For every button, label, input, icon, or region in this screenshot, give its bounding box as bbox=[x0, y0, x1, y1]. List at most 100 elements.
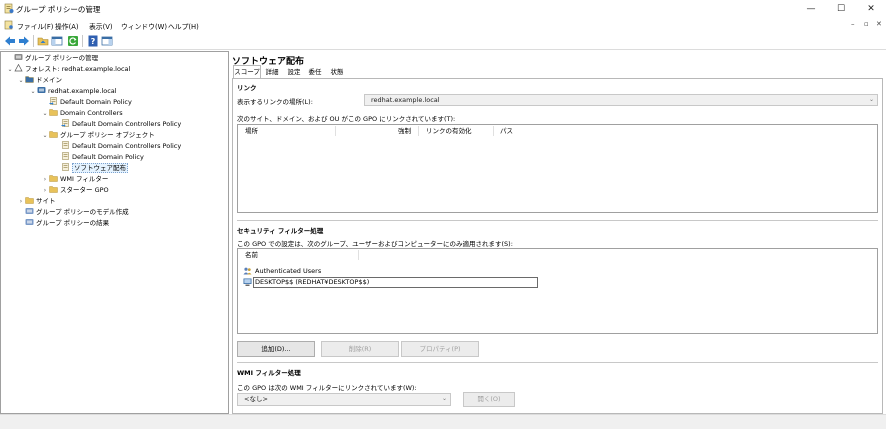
link-location-combo[interactable]: redhat.example.local ⌄ bbox=[364, 94, 878, 106]
tree-item[interactable]: ⌄ Domain Controllers bbox=[3, 108, 227, 119]
links-list[interactable]: 場所 強制 リンクの有効化 パス bbox=[237, 124, 878, 213]
refresh-icon[interactable] bbox=[67, 35, 79, 47]
column-path[interactable]: パス bbox=[500, 125, 513, 137]
tab-delegation[interactable]: 委任 bbox=[306, 66, 324, 78]
tree-item-selected[interactable]: ソフトウェア配布 bbox=[3, 163, 227, 174]
expand-toggle-icon[interactable]: ⌄ bbox=[29, 86, 37, 97]
tree-item-label: グループ ポリシーの結果 bbox=[36, 219, 110, 227]
tree-item-label: ソフトウェア配布 bbox=[72, 163, 128, 173]
gpo-icon bbox=[62, 163, 69, 171]
tree-item[interactable]: グループ ポリシーの管理 bbox=[3, 53, 227, 64]
column-separator bbox=[335, 126, 336, 136]
menu-view[interactable]: 表示(V) bbox=[89, 21, 113, 31]
tree-item[interactable]: Default Domain Policy bbox=[3, 97, 227, 108]
column-link-enabled[interactable]: リンクの有効化 bbox=[426, 125, 472, 137]
tree-item-label: Default Domain Controllers Policy bbox=[72, 142, 182, 150]
add-button[interactable]: 追加(D)... bbox=[237, 341, 315, 357]
computer-icon bbox=[243, 278, 252, 286]
wmi-filtering-description: この GPO は次の WMI フィルターにリンクされています(W): bbox=[237, 384, 417, 392]
back-arrow-icon[interactable] bbox=[4, 35, 16, 47]
tree-item[interactable]: ⌄ ドメイン bbox=[3, 75, 227, 86]
expand-toggle-icon[interactable]: ⌄ bbox=[41, 130, 49, 141]
tab-details[interactable]: 詳細 bbox=[263, 66, 281, 78]
status-bar bbox=[0, 414, 886, 429]
tab-status[interactable]: 状態 bbox=[328, 66, 346, 78]
tree-item-label: サイト bbox=[36, 197, 56, 205]
tree-item[interactable]: › サイト bbox=[3, 196, 227, 207]
gpo-link-icon bbox=[49, 97, 57, 105]
column-separator bbox=[358, 250, 359, 260]
window-title: グループ ポリシーの管理 bbox=[16, 5, 101, 14]
tab-settings[interactable]: 設定 bbox=[285, 66, 303, 78]
tree-item[interactable]: Default Domain Controllers Policy bbox=[3, 141, 227, 152]
results-icon bbox=[25, 219, 34, 225]
menu-action[interactable]: 操作(A) bbox=[55, 21, 79, 31]
gpo-icon bbox=[62, 152, 69, 160]
up-folder-icon[interactable] bbox=[37, 35, 49, 47]
gpo-icon bbox=[62, 141, 69, 149]
menu-window[interactable]: ウィンドウ(W) bbox=[121, 21, 167, 31]
tree-item[interactable]: グループ ポリシーのモデル作成 bbox=[3, 207, 227, 218]
minimize-button[interactable]: — bbox=[796, 0, 826, 18]
mdi-child-icon[interactable] bbox=[4, 20, 14, 30]
scope-tab-panel: リンク 表示するリンクの場所(L): redhat.example.local … bbox=[232, 78, 883, 414]
user-group-icon bbox=[243, 267, 252, 275]
expand-toggle-icon[interactable]: ⌄ bbox=[41, 108, 49, 119]
column-location[interactable]: 場所 bbox=[245, 125, 258, 137]
help-icon[interactable]: ? bbox=[87, 35, 99, 47]
wmi-folder-icon bbox=[49, 175, 58, 182]
toolbar-separator bbox=[33, 35, 34, 47]
open-wmi-button[interactable]: 開く(O) bbox=[463, 392, 515, 407]
section-divider bbox=[237, 362, 878, 363]
menu-help[interactable]: ヘルプ(H) bbox=[168, 21, 199, 31]
tree-item[interactable]: グループ ポリシーの結果 bbox=[3, 218, 227, 229]
tree-item-label: Default Domain Policy bbox=[72, 153, 144, 161]
mdi-restore-button[interactable]: ▫ bbox=[864, 20, 869, 28]
tree-item-label: Default Domain Controllers Policy bbox=[72, 120, 182, 128]
list-item-label: Authenticated Users bbox=[255, 267, 322, 275]
tree-item[interactable]: › スターター GPO bbox=[3, 185, 227, 196]
expand-toggle-icon[interactable]: › bbox=[41, 185, 49, 196]
tree-item[interactable]: ⌄ redhat.example.local bbox=[3, 86, 227, 97]
menu-file[interactable]: ファイル(F) bbox=[17, 21, 53, 31]
link-location-label: 表示するリンクの場所(L): bbox=[237, 98, 313, 106]
tree-item[interactable]: › WMI フィルター bbox=[3, 174, 227, 185]
section-divider bbox=[237, 220, 878, 221]
gpm-app-icon bbox=[4, 3, 14, 14]
modeling-icon bbox=[25, 208, 34, 214]
mdi-minimize-button[interactable]: – bbox=[851, 20, 855, 28]
maximize-button[interactable]: ☐ bbox=[826, 0, 856, 18]
show-hide-tree-icon[interactable] bbox=[51, 35, 63, 47]
tree-item[interactable]: Default Domain Controllers Policy bbox=[3, 119, 227, 130]
links-description: 次のサイト、ドメイン、および OU がこの GPO にリンクされています(T): bbox=[237, 115, 456, 123]
remove-button[interactable]: 削除(R) bbox=[321, 341, 399, 357]
gpo-container-icon bbox=[49, 131, 58, 138]
list-item-selected[interactable]: DESKTOP$$ (REDHAT¥DESKTOP$$) bbox=[243, 277, 539, 288]
wmi-filter-combo[interactable]: <なし> ⌄ bbox=[237, 393, 451, 406]
properties-button[interactable]: プロパティ(P) bbox=[401, 341, 479, 357]
column-enforced[interactable]: 強制 bbox=[398, 125, 411, 137]
chevron-down-icon: ⌄ bbox=[441, 395, 447, 402]
detail-pane: ソフトウェア配布 スコープ 詳細 設定 委任 状態 リンク 表示するリンクの場所… bbox=[229, 51, 886, 414]
action-pane-icon[interactable] bbox=[101, 35, 113, 47]
tree-item[interactable]: Default Domain Policy bbox=[3, 152, 227, 163]
list-item[interactable]: Authenticated Users bbox=[243, 266, 493, 276]
wmi-filtering-heading: WMI フィルター処理 bbox=[237, 369, 301, 377]
expand-toggle-icon[interactable]: › bbox=[41, 174, 49, 185]
column-name[interactable]: 名前 bbox=[245, 249, 258, 261]
security-filter-list[interactable]: 名前 Authenticated Users DESKTOP$$ (REDHAT… bbox=[237, 248, 878, 334]
tree-item[interactable]: ⌄ グループ ポリシー オブジェクト bbox=[3, 130, 227, 141]
tree-item-label: グループ ポリシーのモデル作成 bbox=[36, 208, 129, 216]
chevron-down-icon: ⌄ bbox=[868, 96, 874, 103]
gpm-root-icon bbox=[14, 54, 23, 60]
security-filtering-description: この GPO での設定は、次のグループ、ユーザーおよびコンピューターにのみ適用さ… bbox=[237, 240, 513, 248]
close-button[interactable]: ✕ bbox=[856, 0, 886, 18]
expand-toggle-icon[interactable]: ⌄ bbox=[17, 75, 25, 86]
expand-toggle-icon[interactable]: › bbox=[17, 196, 25, 207]
expand-toggle-icon[interactable]: ⌄ bbox=[6, 64, 14, 75]
tree-item-label: Domain Controllers bbox=[60, 109, 123, 117]
mdi-close-button[interactable]: ✕ bbox=[876, 20, 882, 28]
tree-item[interactable]: ⌄ フォレスト: redhat.example.local bbox=[3, 64, 227, 75]
tab-scope[interactable]: スコープ bbox=[233, 65, 261, 78]
forward-arrow-icon[interactable] bbox=[18, 35, 30, 47]
